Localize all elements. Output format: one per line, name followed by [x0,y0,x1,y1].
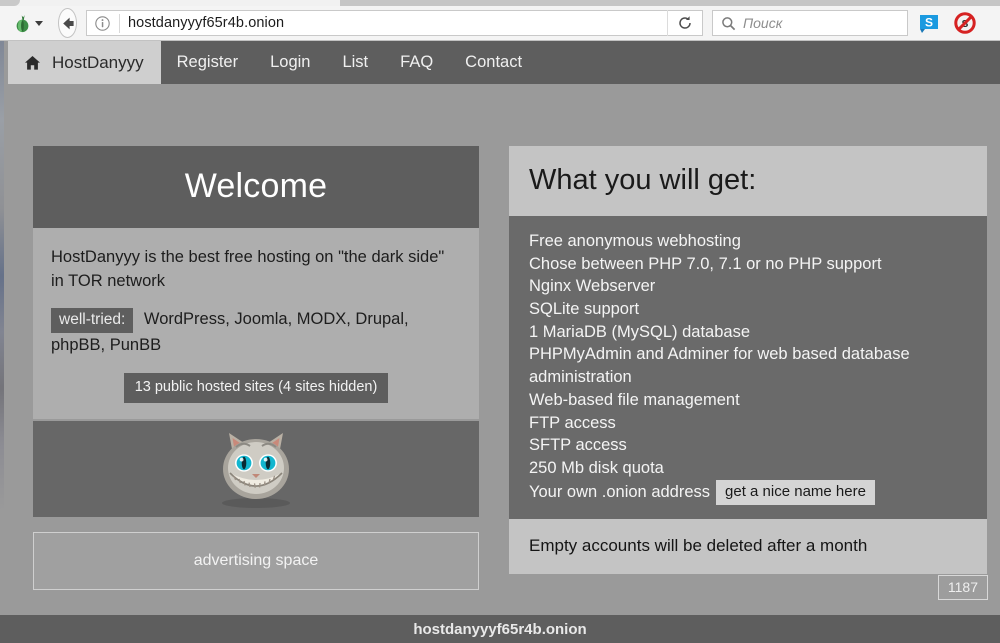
get-nice-name-button[interactable]: get a nice name here [716,480,875,506]
feature-item: PHPMyAdmin and Adminer for web based dat… [529,343,967,388]
feature-item: SFTP access [529,434,967,457]
back-arrow-icon [59,15,76,32]
features-list: Free anonymous webhosting Chose between … [509,216,987,519]
url-divider [119,14,120,33]
site-footer: hostdanyyyf65r4b.onion [0,615,1000,643]
page-content: Welcome HostDanyyy is the best free host… [0,84,1000,643]
visitor-counter: 1187 [938,575,988,600]
https-everywhere-icon[interactable]: S [918,12,940,34]
search-placeholder: Поиск [743,15,782,31]
nav-item-list[interactable]: List [326,41,384,84]
features-footer-note: Empty accounts will be deleted after a m… [509,519,987,574]
advertising-space[interactable]: advertising space [33,532,479,590]
reload-button[interactable] [667,10,702,36]
welcome-intro: HostDanyyy is the best free hosting on "… [51,245,461,294]
navbar-brand[interactable]: HostDanyyy [8,41,161,84]
search-input[interactable]: Поиск [712,10,908,36]
feature-item: Web-based file management [529,389,967,412]
feature-item: Free anonymous webhosting [529,230,967,253]
chevron-down-icon [35,21,43,26]
tor-onion-button[interactable] [9,12,47,35]
status-badge: 13 public hosted sites (4 sites hidden) [124,373,389,403]
feature-item: FTP access [529,412,967,435]
svg-text:S: S [925,16,933,30]
welcome-body: HostDanyyy is the best free hosting on "… [33,228,479,419]
feature-item: Nginx Webserver [529,275,967,298]
page-viewport: HostDanyyy Register Login List FAQ Conta… [0,41,1000,643]
feature-item-onion: Your own .onion address get a nice name h… [529,480,967,506]
cheshire-cat-image [196,427,316,511]
sites-badge-row: 13 public hosted sites (4 sites hidden) [51,373,461,403]
back-button[interactable] [58,8,77,38]
noscript-icon[interactable]: S [954,12,976,34]
reload-icon [677,15,693,31]
cheshire-cat-panel [33,421,479,517]
site-navbar: HostDanyyy Register Login List FAQ Conta… [8,41,1000,84]
url-text[interactable]: hostdanyyyf65r4b.onion [128,15,667,31]
footer-domain: hostdanyyyf65r4b.onion [413,621,586,638]
feature-item: 250 Mb disk quota [529,457,967,480]
nav-item-contact[interactable]: Contact [449,41,538,84]
search-icon [721,16,736,31]
advertising-space-label: advertising space [194,552,319,570]
well-tried-row: well-tried: WordPress, Joomla, MODX, Dru… [51,307,461,358]
browser-window: hostdanyyyf65r4b.onion Поиск S [0,0,1000,643]
feature-item: 1 MariaDB (MySQL) database [529,321,967,344]
info-icon[interactable] [94,15,111,32]
features-panel: What you will get: Free anonymous webhos… [509,146,987,574]
address-bar[interactable]: hostdanyyyf65r4b.onion [86,10,703,36]
feature-item: Chose between PHP 7.0, 7.1 or no PHP sup… [529,253,967,276]
nav-item-login[interactable]: Login [254,41,326,84]
onion-icon [13,14,32,33]
features-title: What you will get: [509,146,987,216]
onion-address-label: Your own .onion address [529,483,710,501]
well-tried-label: well-tried: [51,308,133,334]
nav-item-faq[interactable]: FAQ [384,41,449,84]
browser-toolbar: hostdanyyyf65r4b.onion Поиск S [0,6,1000,41]
extensions-area: S S [918,12,976,34]
home-icon [24,55,41,71]
welcome-panel: Welcome HostDanyyy is the best free host… [33,146,479,590]
welcome-title: Welcome [33,146,479,228]
navbar-brand-label: HostDanyyy [52,53,144,73]
nav-item-register[interactable]: Register [161,41,254,84]
feature-item: SQLite support [529,298,967,321]
